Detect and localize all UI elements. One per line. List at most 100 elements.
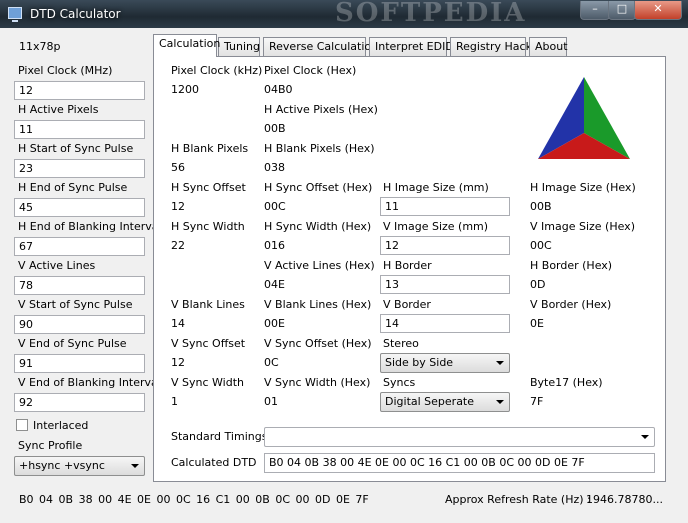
h-end-blanking-input[interactable]: 67 (14, 237, 145, 256)
h-blank-pixels-label: H Blank Pixels (171, 142, 249, 155)
tab-calculation[interactable]: Calculation (153, 34, 220, 57)
rgb-triangle-logo (538, 77, 630, 159)
stereo-value: Side by Side (385, 356, 454, 369)
h-active-pixels-hex-value: 00B (264, 122, 286, 135)
v-border-hex-label: V Border (Hex) (530, 298, 612, 311)
pixel-clock-mhz-input[interactable]: 12 (14, 81, 145, 100)
syncs-value: Digital Seperate (385, 395, 475, 408)
sync-profile-value: +hsync +vsync (19, 459, 105, 472)
v-active-lines-hex-value: 04E (264, 278, 285, 291)
tab-reverse-calculation[interactable]: Reverse Calculation (263, 37, 378, 56)
window-title: DTD Calculator (30, 7, 121, 21)
h-sync-width-value: 22 (171, 239, 185, 252)
refresh-rate-value: 1946.78780... (586, 493, 663, 506)
v-sync-offset-value: 12 (171, 356, 185, 369)
standard-timings-label: Standard Timings (171, 430, 268, 443)
pixel-clock-khz-value: 1200 (171, 83, 199, 96)
v-active-lines-hex-label: V Active Lines (Hex) (264, 259, 375, 272)
tab-interpret-edid[interactable]: Interpret EDID (369, 37, 454, 56)
maximize-button[interactable]: □ (608, 1, 636, 20)
v-blank-lines-hex-value: 00E (264, 317, 285, 330)
calculated-dtd-label: Calculated DTD (171, 456, 257, 469)
h-sync-offset-label: H Sync Offset (171, 181, 246, 194)
v-start-sync-label: V Start of Sync Pulse (18, 298, 133, 311)
h-image-size-label: H Image Size (mm) (383, 181, 489, 194)
pixel-clock-mhz-label: Pixel Clock (MHz) (18, 64, 113, 77)
h-image-size-hex-value: 00B (530, 200, 552, 213)
standard-timings-select[interactable] (264, 427, 655, 447)
tab-about[interactable]: About (529, 37, 568, 56)
interlaced-checkbox[interactable] (16, 419, 28, 431)
chevron-down-icon (641, 435, 649, 439)
h-sync-offset-hex-value: 00C (264, 200, 286, 213)
status-dtd-bytes: B0 04 0B 38 00 4E 0E 00 0C 16 C1 00 0B 0… (19, 493, 369, 506)
v-blank-lines-label: V Blank Lines (171, 298, 245, 311)
h-border-hex-label: H Border (Hex) (530, 259, 613, 272)
interlaced-label: Interlaced (33, 419, 89, 432)
syncs-label: Syncs (383, 376, 416, 389)
tab-registry-hack[interactable]: Registry Hack (450, 37, 532, 56)
syncs-select[interactable]: Digital Seperate (380, 392, 510, 412)
v-sync-offset-hex-label: V Sync Offset (Hex) (264, 337, 372, 350)
h-sync-offset-hex-label: H Sync Offset (Hex) (264, 181, 373, 194)
v-border-label: V Border (383, 298, 431, 311)
v-blank-lines-value: 14 (171, 317, 185, 330)
h-blank-pixels-hex-label: H Blank Pixels (Hex) (264, 142, 375, 155)
title-bar[interactable]: DTD Calculator SOFTPEDIA – □ ✕ (0, 0, 688, 28)
refresh-rate-label: Approx Refresh Rate (Hz) : (445, 493, 591, 506)
pixel-clock-hex-value: 04B0 (264, 83, 293, 96)
pixel-clock-khz-label: Pixel Clock (kHz) (171, 64, 263, 77)
dtd-calculator-window: DTD Calculator SOFTPEDIA – □ ✕ 11x78p Pi… (0, 0, 688, 523)
v-end-blanking-input[interactable]: 92 (14, 393, 145, 412)
v-active-lines-input[interactable]: 78 (14, 276, 145, 295)
chevron-down-icon (496, 400, 504, 404)
sync-profile-select[interactable]: +hsync +vsync (14, 456, 145, 476)
h-active-pixels-hex-label: H Active Pixels (Hex) (264, 103, 378, 116)
resolution-label: 11x78p (19, 40, 61, 53)
h-sync-width-hex-value: 016 (264, 239, 285, 252)
h-start-sync-label: H Start of Sync Pulse (18, 142, 134, 155)
h-border-label: H Border (383, 259, 432, 272)
v-sync-width-hex-label: V Sync Width (Hex) (264, 376, 371, 389)
v-image-size-label: V Image Size (mm) (383, 220, 489, 233)
watermark-text: SOFTPEDIA (335, 0, 527, 26)
sync-profile-label: Sync Profile (18, 439, 83, 452)
tab-tuning[interactable]: Tuning (218, 37, 260, 56)
v-start-sync-input[interactable]: 90 (14, 315, 145, 334)
h-blank-pixels-hex-value: 038 (264, 161, 285, 174)
h-end-sync-input[interactable]: 45 (14, 198, 145, 217)
v-image-size-hex-value: 00C (530, 239, 552, 252)
h-start-sync-input[interactable]: 23 (14, 159, 145, 178)
v-end-sync-input[interactable]: 91 (14, 354, 145, 373)
pixel-clock-hex-label: Pixel Clock (Hex) (264, 64, 357, 77)
v-blank-lines-hex-label: V Blank Lines (Hex) (264, 298, 372, 311)
minimize-button[interactable]: – (580, 1, 610, 20)
v-image-size-input[interactable]: 12 (380, 236, 510, 255)
h-sync-offset-value: 12 (171, 200, 185, 213)
h-image-size-input[interactable]: 11 (380, 197, 510, 216)
h-end-blanking-label: H End of Blanking Interval (18, 220, 162, 233)
v-sync-width-hex-value: 01 (264, 395, 278, 408)
v-border-input[interactable]: 14 (380, 314, 510, 333)
h-active-pixels-input[interactable]: 11 (14, 120, 145, 139)
stereo-select[interactable]: Side by Side (380, 353, 510, 373)
v-sync-width-value: 1 (171, 395, 178, 408)
monitor-icon (8, 7, 22, 22)
v-end-sync-label: V End of Sync Pulse (18, 337, 127, 350)
close-button[interactable]: ✕ (634, 1, 682, 20)
v-sync-offset-label: V Sync Offset (171, 337, 246, 350)
v-active-lines-label: V Active Lines (18, 259, 96, 272)
h-blank-pixels-value: 56 (171, 161, 185, 174)
v-border-hex-value: 0E (530, 317, 544, 330)
byte17-hex-label: Byte17 (Hex) (530, 376, 603, 389)
v-image-size-hex-label: V Image Size (Hex) (530, 220, 635, 233)
calculated-dtd-field[interactable]: B0 04 0B 38 00 4E 0E 00 0C 16 C1 00 0B 0… (264, 453, 655, 473)
h-active-pixels-label: H Active Pixels (18, 103, 99, 116)
h-end-sync-label: H End of Sync Pulse (18, 181, 128, 194)
chevron-down-icon (131, 464, 139, 468)
h-border-input[interactable]: 13 (380, 275, 510, 294)
v-sync-width-label: V Sync Width (171, 376, 244, 389)
v-sync-offset-hex-value: 0C (264, 356, 279, 369)
v-end-blanking-label: V End of Blanking Interval (18, 376, 161, 389)
h-border-hex-value: 0D (530, 278, 546, 291)
